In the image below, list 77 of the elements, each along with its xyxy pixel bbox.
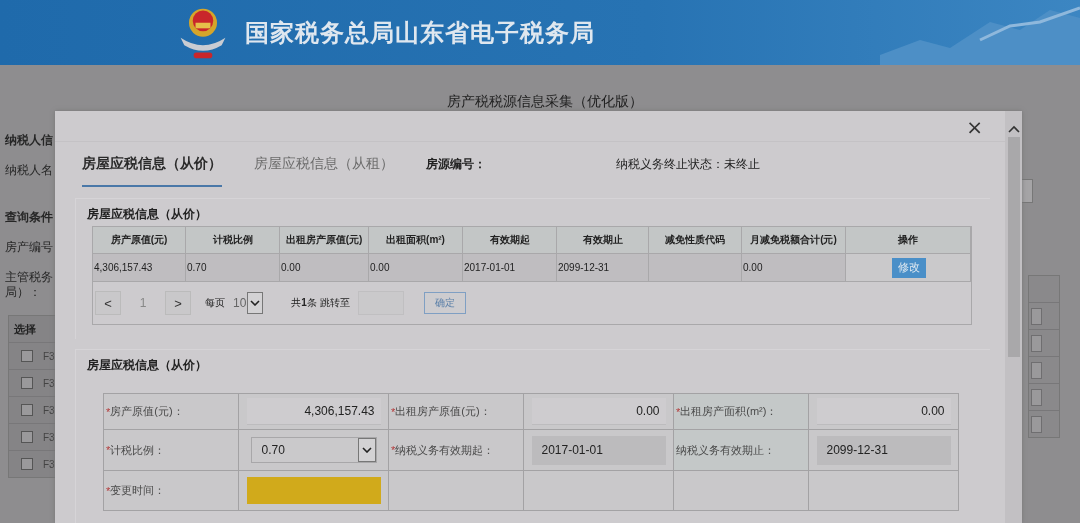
table-cell: 0.00 bbox=[742, 254, 846, 282]
required-mark: * bbox=[676, 405, 681, 418]
column-header: 房产原值(元) bbox=[93, 227, 186, 254]
table-cell: 0.70 bbox=[186, 254, 280, 282]
checkbox[interactable] bbox=[21, 350, 33, 362]
field-label: 计税比例： bbox=[110, 442, 166, 458]
required-mark: * bbox=[391, 444, 396, 456]
field-label: 出租房产原值(元)： bbox=[395, 404, 491, 419]
caret-icon bbox=[361, 447, 372, 453]
column-header: 操作 bbox=[846, 227, 971, 254]
field-label: 房产编号 bbox=[5, 240, 53, 255]
table-cell: 4,306,157.43 bbox=[93, 254, 186, 282]
info-text: 房源编号： bbox=[426, 156, 486, 173]
caret-up-icon[interactable] bbox=[1007, 125, 1020, 133]
field-label: 纳税义务有效期止： bbox=[676, 442, 775, 458]
table-cell: F3 bbox=[43, 404, 55, 416]
field-label: 变更时间： bbox=[110, 483, 166, 498]
table-cell: 2099-12-31 bbox=[557, 254, 649, 282]
field-label: 主管税务 bbox=[5, 270, 53, 285]
tab[interactable]: 房屋应税信息（从价） bbox=[82, 155, 222, 187]
row-button[interactable] bbox=[1031, 388, 1042, 406]
checkbox[interactable] bbox=[21, 404, 33, 416]
required-mark: * bbox=[391, 405, 396, 418]
column-header: 选择 bbox=[13, 321, 36, 337]
page-title: 房产税税源信息采集（优化版） bbox=[446, 92, 644, 111]
select-field[interactable]: 0.70 bbox=[250, 437, 377, 463]
per-page-label: 每页 bbox=[205, 296, 225, 310]
total-text: 共1条 跳转至 bbox=[291, 296, 350, 310]
scroll-thumb[interactable] bbox=[1007, 137, 1020, 357]
row-button[interactable] bbox=[1031, 307, 1042, 325]
tab[interactable]: 房屋应税信息（从租） bbox=[254, 155, 394, 187]
column-header: 有效期止 bbox=[557, 227, 649, 254]
checkbox[interactable] bbox=[21, 377, 33, 389]
column-header: 月减免税额合计(元) bbox=[742, 227, 846, 254]
row-button[interactable] bbox=[1031, 334, 1042, 352]
table-cell: 0.00 bbox=[369, 254, 463, 282]
panel-title: 房屋应税信息（从价） bbox=[86, 357, 208, 374]
date-field[interactable] bbox=[246, 477, 381, 504]
column-header: 减免性质代码 bbox=[649, 227, 742, 254]
field-label: 局）： bbox=[5, 285, 42, 300]
site-title: 国家税务总局山东省电子税务局 bbox=[245, 17, 595, 48]
table-cell: 2017-01-01 bbox=[463, 254, 557, 282]
table-cell: 0.00 bbox=[280, 254, 369, 282]
input-field[interactable]: 0.00 bbox=[816, 398, 951, 425]
required-mark: * bbox=[106, 444, 111, 456]
page-number: 1 bbox=[138, 296, 148, 310]
caret-icon bbox=[250, 300, 261, 306]
field-label: 纳税人名 bbox=[5, 163, 53, 178]
input-field: 2017-01-01 bbox=[531, 435, 666, 465]
table-cell: F3 bbox=[43, 350, 55, 362]
row-button[interactable] bbox=[1031, 415, 1042, 433]
table-cell: F3 bbox=[43, 431, 55, 443]
field-label: 出租房产面积(m²)： bbox=[680, 404, 778, 419]
input-field[interactable]: 4,306,157.43 bbox=[246, 398, 381, 425]
required-mark: * bbox=[106, 484, 111, 497]
column-header: 计税比例 bbox=[186, 227, 280, 254]
section-heading: 纳税人信 bbox=[5, 133, 53, 148]
required-mark: * bbox=[106, 405, 111, 418]
next-page-button[interactable]: > bbox=[165, 291, 191, 315]
close-button[interactable]: × bbox=[960, 115, 989, 139]
row-button[interactable] bbox=[1031, 361, 1042, 379]
column-header: 有效期起 bbox=[463, 227, 557, 254]
table-cell: F3 bbox=[43, 377, 55, 389]
table-cell: F3 bbox=[43, 458, 55, 470]
column-header: 出租房产原值(元) bbox=[280, 227, 369, 254]
previous-page-button[interactable]: < bbox=[95, 291, 121, 315]
column-header: 出租面积(m²) bbox=[369, 227, 463, 254]
info-text: 纳税义务终止状态：未终止 bbox=[616, 156, 760, 173]
checkbox[interactable] bbox=[21, 431, 33, 443]
input-field: 2099-12-31 bbox=[816, 435, 951, 465]
scrollbar[interactable] bbox=[1005, 111, 1022, 523]
panel-title: 房屋应税信息（从价） bbox=[86, 206, 208, 223]
section-heading: 查询条件 bbox=[5, 210, 53, 225]
input-field[interactable]: 0.00 bbox=[531, 398, 666, 425]
field-label: 纳税义务有效期起： bbox=[395, 442, 495, 458]
field-label: 房产原值(元)： bbox=[110, 404, 184, 419]
checkbox[interactable] bbox=[21, 458, 33, 470]
